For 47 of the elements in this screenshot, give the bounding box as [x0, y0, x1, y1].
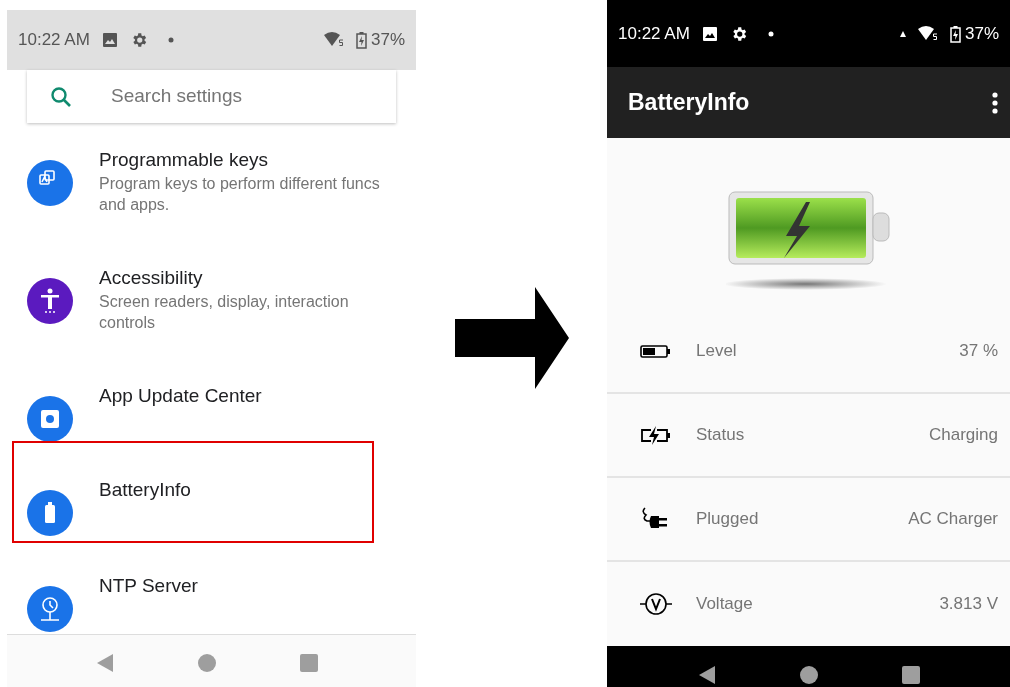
wifi-icon [917, 25, 938, 42]
search-icon [49, 84, 73, 109]
triangle-icon [899, 30, 906, 37]
settings-item[interactable]: NTP Server [7, 571, 416, 634]
row-value: 37 % [959, 340, 998, 363]
app-update-icon [27, 396, 73, 442]
item-title: BatteryInfo [99, 478, 191, 502]
row-label: Plugged [696, 508, 760, 531]
home-icon[interactable] [798, 665, 819, 685]
battery-percent: 37% [370, 29, 405, 52]
battery-icon [27, 490, 73, 536]
item-title: Programmable keys [99, 148, 269, 172]
ntp-icon [27, 586, 73, 632]
recents-icon[interactable] [900, 665, 921, 685]
item-subtitle: Screen readers, display, interaction controls [99, 292, 350, 333]
item-title: Accessibility [99, 266, 204, 290]
item-title: App Update Center [99, 384, 262, 408]
right-arrow-icon [454, 286, 569, 389]
settings-item[interactable]: BatteryInfo [12, 441, 374, 543]
item-title: NTP Server [99, 574, 198, 598]
settings-item[interactable]: Accessibility Screen readers, display, interaction controls [7, 263, 416, 335]
battery-percent: 37% [964, 22, 999, 45]
status-time: 10:22 AM [618, 22, 690, 45]
dot-icon [767, 30, 774, 37]
settings-item[interactable]: App Update Center [7, 381, 416, 444]
battery-charging-icon [949, 24, 961, 43]
image-icon [701, 25, 718, 42]
row-value: 3.813 V [939, 593, 998, 616]
status-time: 10:22 AM [18, 29, 90, 52]
row-label: Status [696, 424, 746, 447]
voltmeter-icon [639, 591, 673, 617]
image-icon [101, 32, 118, 48]
search-field[interactable]: Search settings [27, 70, 396, 123]
row-value: Charging [929, 424, 998, 447]
wifi-icon [323, 32, 344, 48]
keys-icon [27, 160, 73, 206]
row-label: Level [696, 340, 738, 363]
app-title: BatteryInfo [628, 88, 750, 118]
search-input[interactable]: Search settings [111, 82, 374, 111]
dot-icon [167, 37, 174, 43]
row-value: AC Charger [908, 508, 998, 531]
battery-charging-icon [355, 31, 367, 49]
item-subtitle: Program keys to perform different funcs and apps. [99, 174, 381, 215]
row-label: Voltage [696, 593, 754, 616]
more-options-icon[interactable] [992, 91, 998, 114]
settings-item[interactable]: Programmable keys Program keys to perform different funcs and apps. [7, 145, 416, 217]
accessibility-icon [27, 278, 73, 324]
